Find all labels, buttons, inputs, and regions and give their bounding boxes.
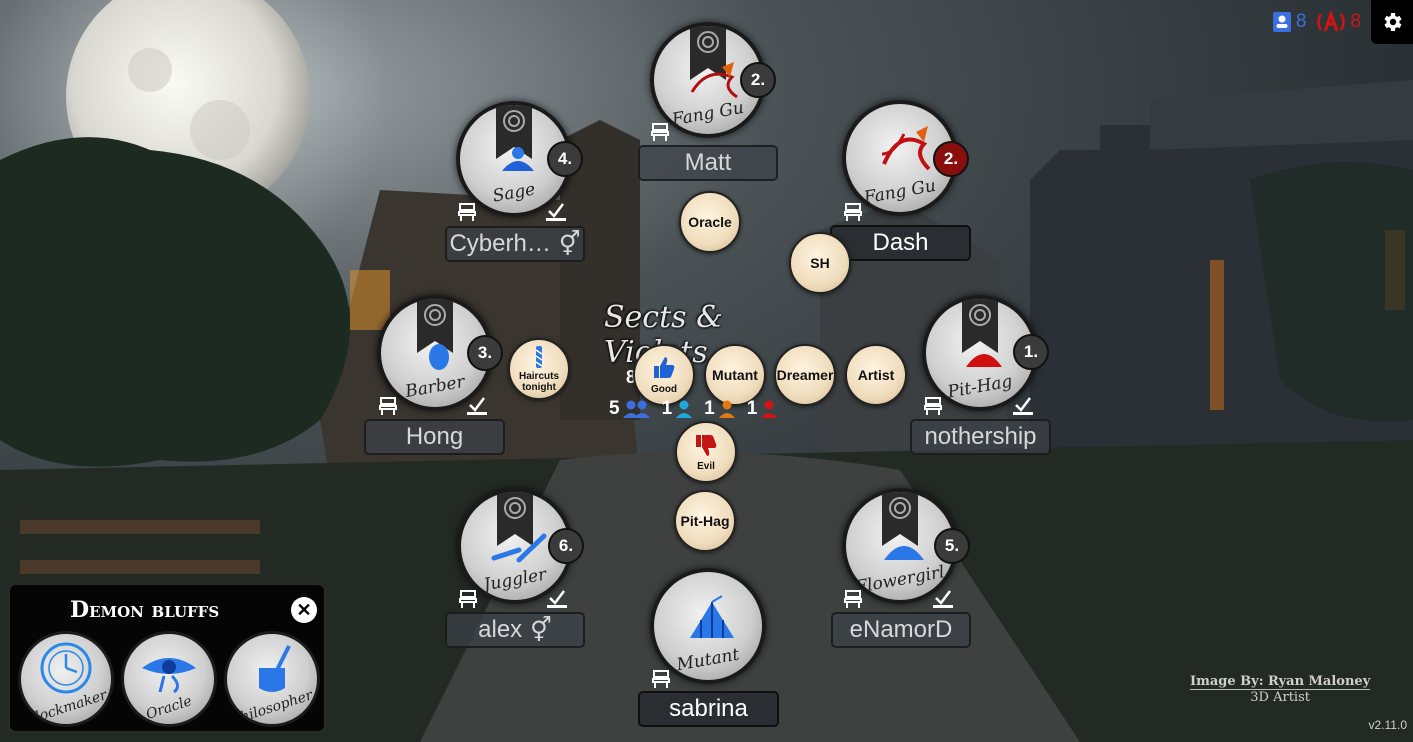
pit-hag-icon (966, 354, 1002, 367)
gender-icon: ⚥ (558, 230, 581, 258)
thumbs-down-icon (696, 435, 717, 456)
demons-count: 1 (747, 398, 780, 420)
thumbs-up-icon (653, 357, 675, 378)
sage-icon (502, 147, 534, 171)
gear-icon (1384, 13, 1402, 31)
credit-line-2: 3D Artist (1250, 690, 1310, 705)
player-name-dash[interactable]: Dash (830, 225, 971, 261)
seat-badge: 3. (467, 335, 503, 371)
player-name-cyberh[interactable]: Cyberh… ⚥ (445, 226, 585, 262)
player-name-text: Dash (872, 229, 929, 256)
player-name-nothership[interactable]: nothership (910, 419, 1051, 455)
townsfolk-icon (622, 400, 650, 418)
bluff-oracle[interactable]: Oracle (121, 631, 217, 727)
demons-count-value: 1 (746, 398, 758, 419)
vote-checkbox-icon[interactable] (466, 396, 488, 416)
players-counter: 8 (1272, 11, 1307, 33)
players-book-icon (1272, 12, 1291, 32)
chair-icon[interactable] (650, 122, 670, 142)
reminder-oracle[interactable]: Oracle (679, 191, 741, 253)
seat-badge: 4. (547, 141, 583, 177)
chair-icon[interactable] (651, 669, 671, 689)
townsfolk-count: 5 (609, 398, 652, 420)
demon-bluffs-panel: Demon bluffs ✕ Clockmaker Oracle Philoso… (8, 583, 326, 733)
bluff-philosopher[interactable]: Philosopher (224, 631, 320, 727)
outsider-icon (676, 400, 693, 418)
bluffs-title: Demon bluffs (70, 597, 220, 623)
flowergirl-icon (884, 546, 924, 560)
player-token-sabrina[interactable]: Mutant (650, 568, 766, 684)
player-name-text: Hong (405, 423, 464, 450)
spectators-count: 8 (1350, 11, 1361, 32)
barber-pole-icon (535, 345, 543, 368)
reminder-dreamer[interactable]: Dreamer (774, 344, 836, 406)
vote-checkbox-icon[interactable] (545, 202, 567, 222)
spectators-counter: 8 (1316, 11, 1361, 33)
player-name-sabrina[interactable]: sabrina (638, 691, 779, 727)
fang-gu-icon (690, 62, 738, 99)
fang-gu-icon (881, 126, 931, 171)
seat-badge: 5. (934, 528, 970, 564)
mutant-tent-icon (690, 595, 734, 638)
player-name-text: eNamorD (849, 616, 953, 643)
broadcast-icon (1317, 11, 1346, 32)
player-name-matt[interactable]: Matt (638, 145, 778, 181)
chair-icon[interactable] (923, 396, 943, 416)
reminder-label: Good (650, 384, 678, 395)
outsiders-count: 1 (662, 398, 695, 420)
chair-icon[interactable] (843, 202, 863, 222)
player-name-text: nothership (924, 423, 1037, 450)
seat-badge: 2. (933, 141, 969, 177)
player-name-hong[interactable]: Hong (364, 419, 505, 455)
minions-count-value: 1 (704, 398, 715, 419)
reminder-pit-hag[interactable]: Pit-Hag (674, 490, 736, 552)
player-name-text: sabrina (669, 695, 748, 722)
reminder-label: Evil (697, 461, 715, 472)
reminder-label: Haircuts tonight (518, 370, 559, 393)
demon-icon (761, 400, 778, 418)
vote-checkbox-icon[interactable] (932, 589, 954, 609)
player-name-enamord[interactable]: eNamorD (831, 612, 971, 648)
players-count: 8 (1295, 11, 1307, 32)
outsiders-count-value: 1 (661, 398, 673, 419)
chair-icon[interactable] (458, 589, 478, 609)
bluff-clockmaker[interactable]: Clockmaker (18, 631, 114, 727)
chair-icon[interactable] (843, 589, 863, 609)
minions-count: 1 (704, 398, 737, 420)
gender-icon: ⚥ (530, 616, 552, 644)
juggler-icon (491, 533, 547, 563)
vote-checkbox-icon[interactable] (1012, 396, 1034, 416)
credit-line-1: Image By: Ryan Maloney (1190, 674, 1371, 690)
chair-icon[interactable] (457, 202, 477, 222)
clock-icon (40, 642, 92, 694)
barber-icon (429, 344, 449, 370)
reminder-mutant[interactable]: Mutant (704, 344, 766, 406)
seat-badge: 2. (740, 62, 776, 98)
player-name-text: alex (478, 616, 523, 643)
image-credit: Image By: Ryan Maloney 3D Artist (1190, 674, 1371, 705)
close-icon[interactable]: ✕ (291, 597, 317, 623)
player-name-alex[interactable]: alex ⚥ (445, 612, 585, 648)
chair-icon[interactable] (378, 396, 398, 416)
reminder-artist[interactable]: Artist (845, 344, 907, 406)
minion-icon (718, 400, 735, 418)
settings-button[interactable] (1371, 0, 1413, 44)
player-name-text: Matt (684, 149, 732, 176)
townsfolk-count-value: 5 (609, 398, 620, 419)
reminder-good[interactable]: Good (633, 344, 695, 406)
vote-checkbox-icon[interactable] (546, 589, 568, 609)
reminder-sh[interactable]: SH (789, 232, 851, 294)
role-counts: 5 1 1 1 (609, 398, 779, 420)
seat-badge: 1. (1013, 334, 1049, 370)
reminder-evil[interactable]: Evil (675, 421, 737, 483)
seat-badge: 6. (548, 528, 584, 564)
player-name-text: Cyberh… (449, 230, 551, 257)
version-label: v2.11.0 (1368, 718, 1407, 732)
reminder-haircuts[interactable]: Haircuts tonight (508, 338, 570, 400)
top-status-bar: 8 8 (1272, 0, 1413, 44)
